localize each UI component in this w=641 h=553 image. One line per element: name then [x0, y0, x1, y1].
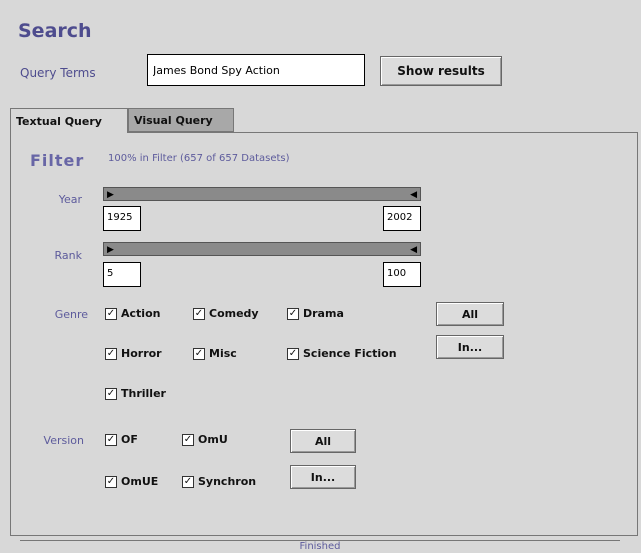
slider-max-handle-icon[interactable]: ◀: [410, 188, 417, 202]
year-range-slider[interactable]: ▶ ◀: [103, 187, 421, 201]
genre-checkbox-action[interactable]: ✓ Action: [105, 307, 160, 320]
checkbox-checked-icon: ✓: [105, 347, 117, 360]
checkbox-checked-icon: ✓: [105, 307, 117, 320]
checkbox-checked-icon: ✓: [182, 433, 194, 446]
genre-label: Genre: [54, 308, 88, 321]
genre-checkbox-drama[interactable]: ✓ Drama: [287, 307, 344, 320]
version-label: Version: [43, 434, 84, 447]
show-results-button[interactable]: Show results: [380, 56, 502, 86]
tab-textual-query[interactable]: Textual Query: [10, 108, 128, 133]
query-terms-input[interactable]: [147, 54, 365, 86]
checkbox-checked-icon: ✓: [287, 347, 299, 360]
version-checkbox-of[interactable]: ✓ OF: [105, 433, 138, 446]
version-checkbox-omue[interactable]: ✓ OmUE: [105, 475, 158, 488]
tab-visual-query[interactable]: Visual Query: [128, 108, 234, 132]
genre-all-button[interactable]: All: [436, 302, 504, 326]
checkbox-checked-icon: ✓: [193, 347, 205, 360]
rank-min-field[interactable]: 5: [103, 262, 141, 287]
page-title: Search: [18, 20, 92, 42]
genre-checkbox-horror[interactable]: ✓ Horror: [105, 347, 162, 360]
slider-max-handle-icon[interactable]: ◀: [410, 243, 417, 257]
rank-max-field[interactable]: 100: [383, 262, 421, 287]
slider-min-handle-icon[interactable]: ▶: [107, 243, 114, 257]
checkbox-checked-icon: ✓: [193, 307, 205, 320]
version-invert-button[interactable]: In...: [290, 465, 356, 489]
status-bar: Finished: [20, 540, 620, 553]
genre-checkbox-comedy[interactable]: ✓ Comedy: [193, 307, 259, 320]
slider-min-handle-icon[interactable]: ▶: [107, 188, 114, 202]
checkbox-checked-icon: ✓: [287, 307, 299, 320]
version-checkbox-synchron[interactable]: ✓ Synchron: [182, 475, 256, 488]
checkbox-checked-icon: ✓: [105, 433, 117, 446]
genre-invert-button[interactable]: In...: [436, 335, 504, 359]
rank-label: Rank: [54, 249, 82, 262]
checkbox-checked-icon: ✓: [182, 475, 194, 488]
version-checkbox-omu[interactable]: ✓ OmU: [182, 433, 228, 446]
year-min-field[interactable]: 1925: [103, 206, 141, 231]
checkbox-checked-icon: ✓: [105, 475, 117, 488]
year-label: Year: [58, 193, 82, 206]
genre-checkbox-misc[interactable]: ✓ Misc: [193, 347, 237, 360]
rank-range-slider[interactable]: ▶ ◀: [103, 242, 421, 256]
genre-checkbox-thriller[interactable]: ✓ Thriller: [105, 387, 166, 400]
filter-label: Filter: [30, 151, 85, 170]
query-terms-label: Query Terms: [20, 66, 96, 80]
version-all-button[interactable]: All: [290, 429, 356, 453]
filter-info: 100% in Filter (657 of 657 Datasets): [108, 153, 290, 164]
year-max-field[interactable]: 2002: [383, 206, 421, 231]
checkbox-checked-icon: ✓: [105, 387, 117, 400]
genre-checkbox-science-fiction[interactable]: ✓ Science Fiction: [287, 347, 397, 360]
